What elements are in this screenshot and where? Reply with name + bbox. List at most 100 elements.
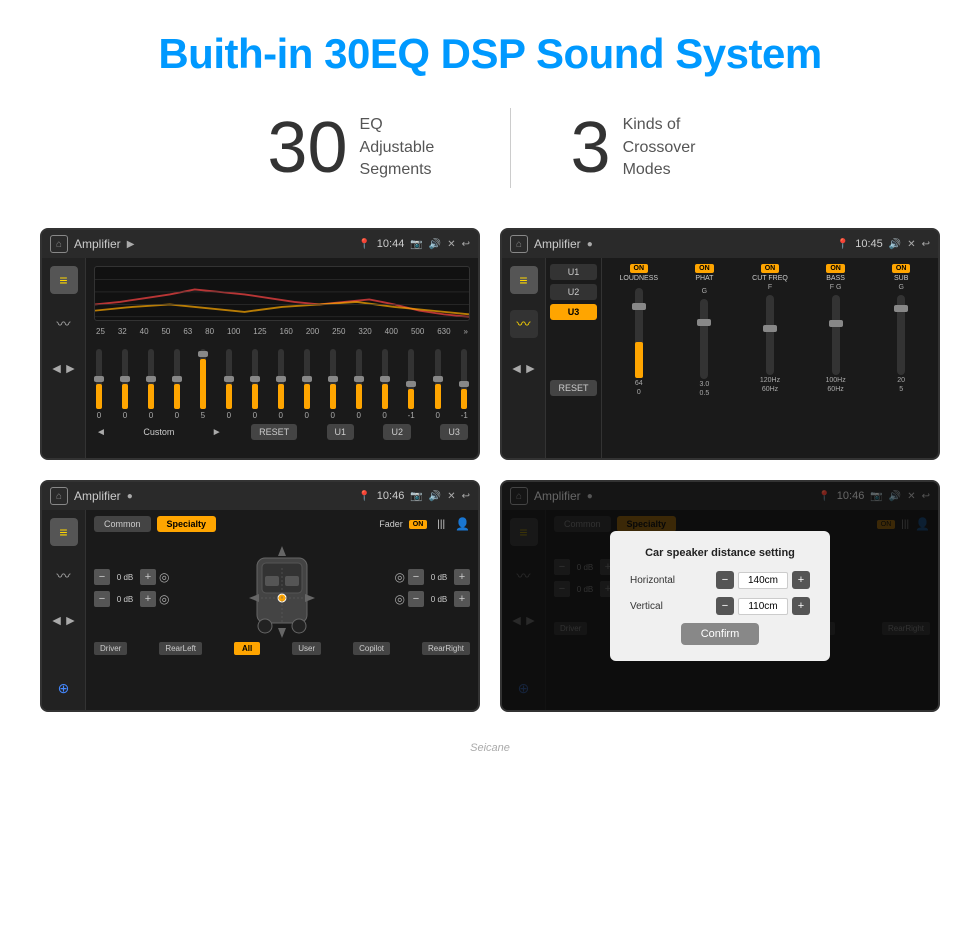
- eq-side-icon[interactable]: ≡: [50, 266, 78, 294]
- fader-toggle-3[interactable]: ON: [409, 520, 428, 529]
- vol-side-icon[interactable]: ◄►: [50, 354, 78, 382]
- u3-btn[interactable]: U3: [440, 424, 468, 440]
- minus-btn-l1[interactable]: −: [94, 569, 110, 585]
- u2-ch-btn[interactable]: U2: [550, 284, 597, 300]
- eq-slider-2[interactable]: 0: [148, 349, 154, 420]
- eq-slider-13[interactable]: 0: [435, 349, 441, 420]
- x-icon-3: ✕: [447, 491, 455, 502]
- loudness-slider[interactable]: [635, 288, 643, 378]
- sub-slider[interactable]: [897, 295, 905, 375]
- rec-icon-3: ●: [127, 491, 133, 502]
- bass-val-top: 100Hz: [825, 377, 845, 384]
- eq-slider-0[interactable]: 0: [96, 349, 102, 420]
- plus-btn-l2[interactable]: +: [140, 591, 156, 607]
- all-btn[interactable]: All: [234, 642, 260, 655]
- specialty-btn[interactable]: Specialty: [157, 516, 217, 532]
- location-icon-1: 📍: [358, 239, 370, 250]
- eq-slider-7[interactable]: 0: [278, 349, 284, 420]
- eq-slider-4[interactable]: 5: [200, 349, 206, 420]
- eq-slider-14[interactable]: -1: [461, 349, 468, 420]
- u3-ch-btn[interactable]: U3: [550, 304, 597, 320]
- plus-btn-r2[interactable]: +: [454, 591, 470, 607]
- u1-ch-btn[interactable]: U1: [550, 264, 597, 280]
- sub-toggle[interactable]: ON: [892, 264, 911, 273]
- copilot-btn[interactable]: Copilot: [353, 642, 390, 655]
- driver-btn[interactable]: Driver: [94, 642, 127, 655]
- dialog-horizontal-row: Horizontal − 140cm +: [630, 571, 810, 589]
- phat-g: G: [702, 288, 707, 295]
- screen-content-3: ≡ 〰 ◄► ⊕ Common Specialty Fader ON ||| 👤: [42, 510, 478, 710]
- cutfreq-slider[interactable]: [766, 295, 774, 375]
- common-btn[interactable]: Common: [94, 516, 151, 532]
- back-icon-3: ↩: [462, 491, 470, 502]
- eq-slider-3[interactable]: 0: [174, 349, 180, 420]
- bass-toggle[interactable]: ON: [826, 264, 845, 273]
- fader-label-3: Fader: [379, 519, 403, 529]
- wave-side-icon[interactable]: 〰: [50, 310, 78, 338]
- u1-btn[interactable]: U1: [327, 424, 355, 440]
- time-2: 10:45: [855, 238, 883, 250]
- loudness-toggle[interactable]: ON: [630, 264, 649, 273]
- phat-toggle[interactable]: ON: [695, 264, 714, 273]
- cutfreq-toggle[interactable]: ON: [761, 264, 780, 273]
- topbar-title-2: Amplifier: [534, 237, 581, 251]
- home-icon-2[interactable]: ⌂: [510, 235, 528, 253]
- reset-btn[interactable]: RESET: [251, 424, 297, 440]
- minus-btn-r1[interactable]: −: [408, 569, 424, 585]
- vertical-minus[interactable]: −: [716, 597, 734, 615]
- x-icon-2: ✕: [907, 239, 915, 250]
- side-panel-1: ≡ 〰 ◄►: [42, 258, 86, 458]
- vertical-plus[interactable]: +: [792, 597, 810, 615]
- time-3: 10:46: [377, 490, 405, 502]
- horizontal-input: − 140cm +: [716, 571, 810, 589]
- person-icon-3: 👤: [455, 517, 470, 531]
- vol-icon-2: 🔊: [889, 239, 901, 250]
- reset-ch-btn[interactable]: RESET: [550, 380, 597, 396]
- topbar-title-1: Amplifier: [74, 237, 121, 251]
- eq-side-icon-2[interactable]: ≡: [510, 266, 538, 294]
- rearleft-btn[interactable]: RearLeft: [159, 642, 202, 655]
- plus-btn-r1[interactable]: +: [454, 569, 470, 585]
- horizontal-minus[interactable]: −: [716, 571, 734, 589]
- eq-slider-9[interactable]: 0: [330, 349, 336, 420]
- phat-slider[interactable]: [700, 299, 708, 379]
- home-icon-1[interactable]: ⌂: [50, 235, 68, 253]
- user-btn[interactable]: User: [292, 642, 321, 655]
- plus-btn-l1[interactable]: +: [140, 569, 156, 585]
- speaker-icon-r2: ◎: [395, 592, 405, 606]
- u2-btn[interactable]: U2: [383, 424, 411, 440]
- back-icon-1: ↩: [462, 239, 470, 250]
- eq-slider-10[interactable]: 0: [356, 349, 362, 420]
- minus-btn-l2[interactable]: −: [94, 591, 110, 607]
- next-icon[interactable]: ►: [212, 427, 222, 438]
- prev-icon[interactable]: ◄: [96, 427, 106, 438]
- eq-slider-5[interactable]: 0: [226, 349, 232, 420]
- sub-val-top: 20: [897, 377, 905, 384]
- speaker-icon-r1: ◎: [395, 570, 405, 584]
- wave-side-icon-3[interactable]: 〰: [50, 562, 78, 590]
- side-panel-3: ≡ 〰 ◄► ⊕: [42, 510, 86, 710]
- camera-icon-1: 📷: [410, 239, 422, 250]
- screen-specialty-dialog: ⌂ Amplifier ● 📍 10:46 📷 🔊 ✕ ↩ ≡ 〰 ◄► ⊕: [500, 480, 940, 712]
- eq-side-icon-3[interactable]: ≡: [50, 518, 78, 546]
- eq-slider-1[interactable]: 0: [122, 349, 128, 420]
- phat-section: ON PHAT G 3.0 0.5: [674, 264, 736, 452]
- eq-slider-11[interactable]: 0: [382, 349, 388, 420]
- vol-side-icon-3[interactable]: ◄►: [50, 606, 78, 634]
- eq-slider-6[interactable]: 0: [252, 349, 258, 420]
- speaker-bottom-labels: Driver RearLeft All User Copilot RearRig…: [94, 642, 470, 655]
- vol-side-icon-2[interactable]: ◄►: [510, 354, 538, 382]
- rearright-btn[interactable]: RearRight: [422, 642, 470, 655]
- horizontal-plus[interactable]: +: [792, 571, 810, 589]
- confirm-button[interactable]: Confirm: [681, 623, 760, 645]
- eq-slider-8[interactable]: 0: [304, 349, 310, 420]
- crossover-sections: ON LOUDNESS 64 0 ON PHAT G: [602, 258, 938, 458]
- minus-btn-r2[interactable]: −: [408, 591, 424, 607]
- bt-side-icon-3[interactable]: ⊕: [50, 674, 78, 702]
- bass-slider[interactable]: [832, 295, 840, 375]
- wave-side-icon-2[interactable]: 〰: [510, 310, 538, 338]
- eq-slider-12[interactable]: -1: [408, 349, 415, 420]
- loudness-val-bot: 0: [637, 389, 641, 396]
- val-r2: 0 dB: [427, 595, 451, 604]
- home-icon-3[interactable]: ⌂: [50, 487, 68, 505]
